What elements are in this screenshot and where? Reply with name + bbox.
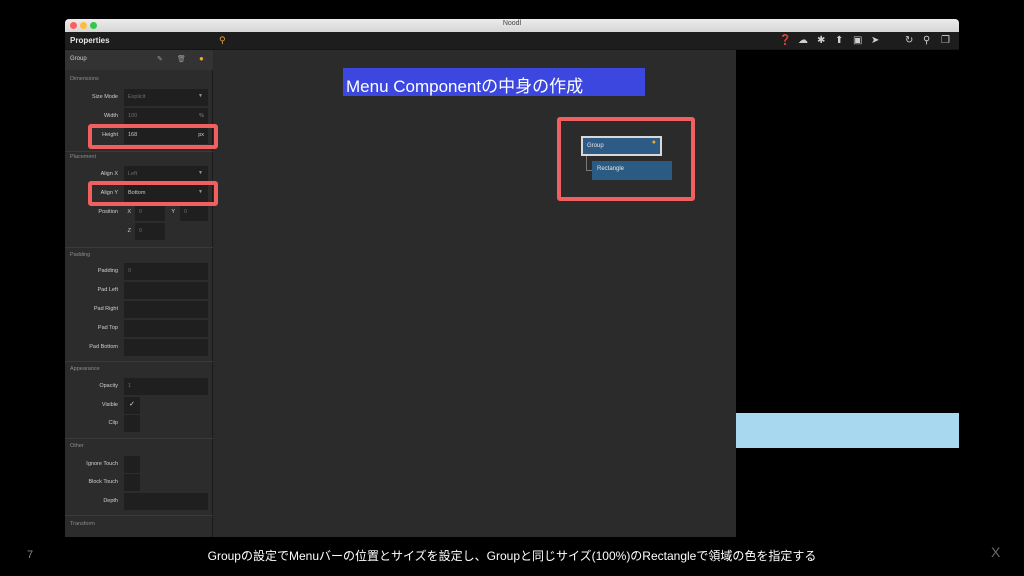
block-touch-checkbox[interactable] [124,474,140,491]
pad-left-field[interactable] [124,282,208,299]
highlight-height [88,124,218,149]
divider [65,361,213,362]
width-field[interactable]: 100 % [124,108,208,125]
divider [65,151,213,152]
clip-checkbox[interactable] [124,415,140,432]
section-padding: Padding [70,252,91,258]
padding-field[interactable]: 0 [124,263,208,280]
title-bar: Noodl [65,19,959,32]
clip-label: Clip [108,420,118,426]
align-x-label: Align X [100,171,118,177]
size-mode-label: Size Mode [92,94,118,100]
section-dimensions: Dimensions [70,76,99,82]
visible-label: Visible [101,402,118,408]
section-placement: Placement [70,154,96,160]
visible-checkbox[interactable]: ✓ [124,397,140,414]
preview-viewport [736,50,959,537]
position-x-field[interactable]: 0 [135,204,165,221]
slide-title: Menu Componentの中身の作成 [343,68,645,96]
size-mode-select[interactable]: Explicit ▼ [124,89,208,106]
divider [65,438,213,439]
bug-icon[interactable]: ✱ [817,34,825,48]
section-transform: Transform [70,521,95,527]
divider [65,247,213,248]
position-z-field[interactable]: 0 [135,223,165,240]
position-z-label: Z [127,228,131,234]
pad-left-label: Pad Left [97,287,119,293]
ignore-touch-label: Ignore Touch [86,461,118,467]
pad-bottom-field[interactable] [124,339,208,356]
position-y-label: Y [171,209,175,215]
divider [65,515,213,516]
menu-bar-preview [736,413,959,448]
node-name: Group [70,56,87,62]
width-unit[interactable]: % [199,113,204,119]
chevron-down-icon: ▼ [198,170,203,176]
padding-label: Padding [97,268,118,274]
ignore-touch-checkbox[interactable] [124,456,140,473]
section-appearance: Appearance [70,366,100,372]
chevron-down-icon: ▼ [198,93,203,99]
refresh-icon[interactable]: ↻ [905,34,913,48]
properties-title: Properties [70,36,110,45]
position-label: Position [98,209,118,215]
position-y-field[interactable]: 0 [180,204,208,221]
send-icon[interactable]: ➤ [871,34,879,48]
toolbar: Properties ⚲ ❓ ☁ ✱ ⬆ ▣ ➤ ↻ ⚲ ❐ [65,32,959,50]
opacity-label: Opacity [99,383,118,389]
upload-icon[interactable]: ⬆ [835,34,843,48]
cloud-icon[interactable]: ☁ [798,34,808,48]
highlight-node-tree [557,117,695,201]
pad-right-field[interactable] [124,301,208,318]
edit-icon[interactable]: ✎ [157,55,163,63]
highlight-align-y [88,181,218,206]
width-label: Width [103,113,118,119]
pin-icon[interactable]: ⚲ [219,35,226,46]
help-icon[interactable]: ❓ [779,34,791,48]
preview-icon[interactable]: ▣ [853,34,862,48]
pad-bottom-label: Pad Bottom [89,344,118,350]
status-dot-icon: ● [199,54,204,63]
search-icon[interactable]: ⚲ [923,34,930,48]
node-header: Group ✎ 🗑 ● [65,50,213,70]
slide-caption: Groupの設定でMenuバーの位置とサイズを設定し、Groupと同じサイズ(1… [207,549,817,563]
window-icon[interactable]: ❐ [941,34,950,48]
position-x-label: X [127,209,131,215]
opacity-field[interactable]: 1 [124,378,208,395]
window-title: Noodl [502,20,522,27]
pad-right-label: Pad Right [93,306,118,312]
trash-icon[interactable]: 🗑 [177,55,186,63]
depth-field[interactable] [124,493,208,510]
pad-top-field[interactable] [124,320,208,337]
section-other: Other [70,443,84,449]
pad-top-label: Pad Top [97,325,118,331]
depth-label: Depth [103,498,118,504]
corner-mark: X [991,544,1001,560]
block-touch-label: Block Touch [88,479,118,485]
